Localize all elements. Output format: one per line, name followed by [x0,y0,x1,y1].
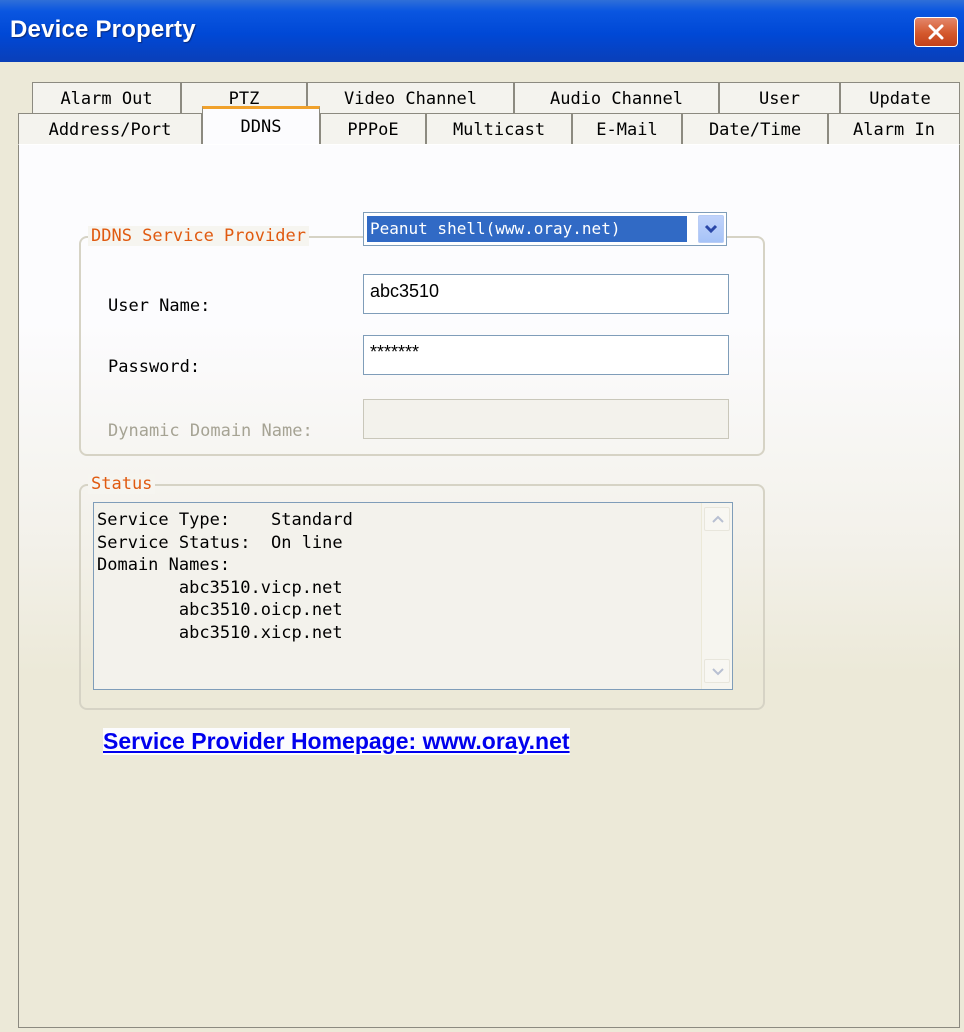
scroll-down-button[interactable] [704,659,730,683]
tab-multicast[interactable]: Multicast [426,113,572,145]
tab-ddns[interactable]: DDNS [202,106,320,144]
user-name-label: User Name: [108,296,211,316]
tab-alarm-in[interactable]: Alarm In [828,113,960,145]
window-title: Device Property [10,16,196,43]
status-scrollbar[interactable] [701,503,732,689]
tab-user[interactable]: User [719,82,840,114]
password-input[interactable]: ******* [363,335,729,375]
chevron-down-icon [712,668,724,676]
tab-email[interactable]: E-Mail [572,113,682,145]
tab-update[interactable]: Update [840,82,960,114]
tab-video-channel[interactable]: Video Channel [307,82,514,114]
dynamic-domain-name-input [363,399,729,439]
service-provider-homepage-link[interactable]: Service Provider Homepage: www.oray.net [103,728,570,755]
tab-address-port[interactable]: Address/Port [18,113,202,145]
ddns-provider-selected-value: Peanut shell(www.oray.net) [366,215,688,243]
tab-alarm-out[interactable]: Alarm Out [32,82,181,114]
ddns-provider-group-label: DDNS Service Provider [88,226,309,246]
device-property-window: Device Property Alarm Out PTZ Video Chan… [0,0,964,1032]
tab-audio-channel[interactable]: Audio Channel [514,82,719,114]
close-icon [928,24,944,40]
user-name-input[interactable]: abc3510 [363,274,729,314]
status-group-label: Status [88,474,156,494]
chevron-up-icon [712,515,724,523]
close-button[interactable] [914,17,958,47]
status-textarea[interactable]: Service Type: Standard Service Status: O… [93,502,733,690]
tab-pppoe[interactable]: PPPoE [320,113,426,145]
password-label: Password: [108,357,201,377]
chevron-down-icon [704,224,718,234]
ddns-provider-select[interactable]: Peanut shell(www.oray.net) [363,212,727,246]
dropdown-button[interactable] [698,215,724,243]
tab-date-time[interactable]: Date/Time [682,113,828,145]
scroll-up-button[interactable] [704,507,730,531]
title-bar[interactable]: Device Property [0,0,964,62]
status-text: Service Type: Standard Service Status: O… [97,510,353,643]
dynamic-domain-name-label: Dynamic Domain Name: [108,421,313,441]
